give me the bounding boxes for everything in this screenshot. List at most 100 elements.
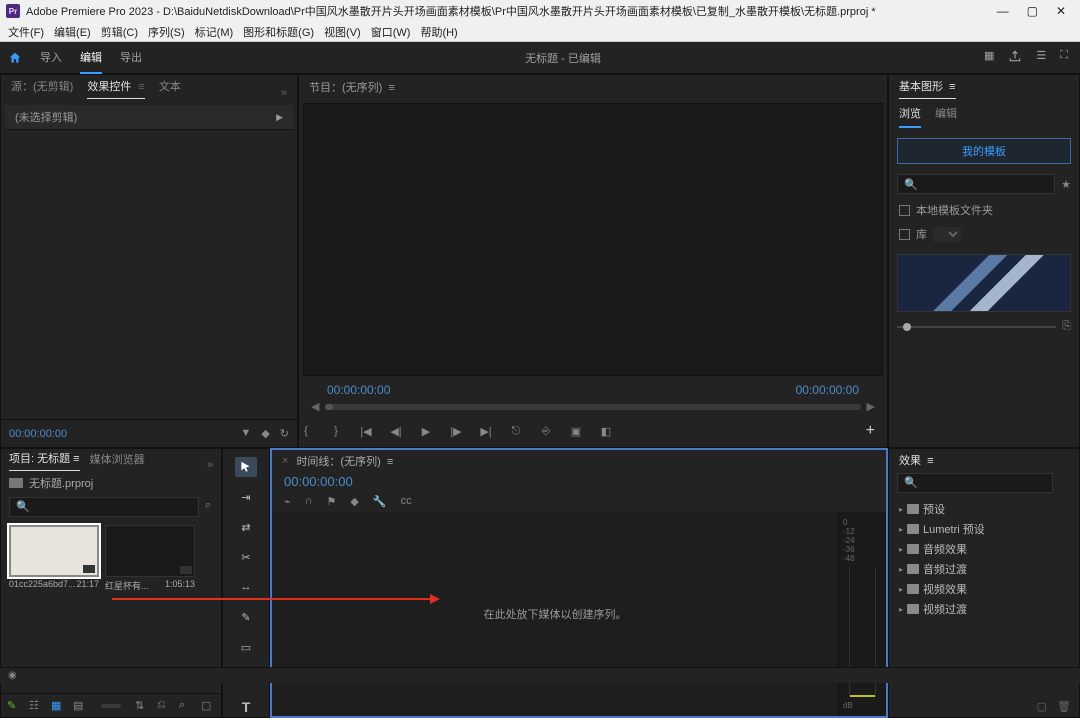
pen-tool[interactable]: ✎	[235, 607, 257, 627]
panel-overflow-icon[interactable]: »	[207, 459, 213, 471]
quick-export-icon[interactable]: ▦	[984, 49, 994, 66]
tab-source[interactable]: 源：(无剪辑)	[11, 78, 73, 99]
mark-in-icon[interactable]: {	[299, 424, 313, 438]
button-editor-icon[interactable]: +	[866, 422, 875, 440]
menu-view[interactable]: 视图(V)	[324, 24, 361, 40]
program-viewport[interactable]	[303, 103, 883, 376]
menu-window[interactable]: 窗口(W)	[371, 24, 411, 40]
new-bin-icon[interactable]: ▢	[1037, 700, 1047, 713]
track-select-tool[interactable]: ⇥	[235, 487, 257, 507]
library-select[interactable]	[933, 227, 961, 242]
menu-edit[interactable]: 编辑(E)	[54, 24, 91, 40]
type-tool[interactable]: T	[235, 697, 257, 717]
mark-out-icon[interactable]: }	[329, 424, 343, 438]
keyframe-icon[interactable]: ◆	[261, 427, 269, 440]
tab-export[interactable]: 导出	[120, 42, 142, 74]
local-folder-checkbox[interactable]	[899, 205, 910, 216]
effects-title[interactable]: 效果 ≡	[899, 452, 934, 468]
egp-search-input[interactable]	[897, 174, 1055, 194]
razor-tool[interactable]: ✂	[235, 547, 257, 567]
timeline-tracks-area[interactable]: 在此处放下媒体以创建序列。 0 -12 -24 -36 -48 dB	[272, 512, 886, 716]
effects-search-input[interactable]	[897, 473, 1053, 493]
clip-thumbnail[interactable]	[9, 525, 99, 577]
egp-tab-edit[interactable]: 编辑	[935, 105, 957, 128]
template-thumbnail[interactable]	[897, 254, 1071, 312]
media-browser-tab[interactable]: 媒体浏览器	[90, 451, 145, 471]
menu-graphics[interactable]: 图形和标题(G)	[243, 24, 314, 40]
timeline-close-icon[interactable]: ×	[282, 455, 288, 467]
tab-effect-controls[interactable]: 效果控件 ≡	[87, 78, 144, 99]
install-mogrt-icon[interactable]: ⎘	[1062, 320, 1071, 333]
menu-help[interactable]: 帮助(H)	[420, 24, 457, 40]
clip-thumbnail[interactable]	[105, 525, 195, 577]
ripple-edit-tool[interactable]: ⇄	[235, 517, 257, 537]
zoom-in-icon[interactable]: ▶	[867, 400, 875, 413]
sort-icon[interactable]: ⇅	[135, 699, 149, 713]
fullscreen-icon[interactable]: ⛶	[1060, 49, 1068, 66]
my-templates-button[interactable]: 我的模板	[897, 138, 1071, 164]
effects-folder-presets[interactable]: ▸预设	[889, 499, 1079, 519]
menu-clip[interactable]: 剪辑(C)	[101, 24, 138, 40]
list-view-icon[interactable]: ☷	[29, 699, 43, 713]
new-bin-icon[interactable]: ▢	[201, 699, 215, 713]
workspace-menu-icon[interactable]: ☰	[1036, 49, 1046, 66]
lift-icon[interactable]: ⎋	[509, 424, 523, 438]
source-timecode[interactable]: 00:00:00:00	[9, 428, 67, 440]
marker-icon[interactable]: ◆	[350, 495, 358, 508]
project-clip-1[interactable]: 01cc225a6bd7...21:17	[9, 525, 99, 589]
settings-icon[interactable]: 🔧	[373, 495, 387, 508]
new-item-icon[interactable]: ✎	[7, 699, 21, 713]
selection-tool[interactable]	[235, 457, 257, 477]
expand-icon[interactable]: ▶	[276, 112, 283, 123]
panel-menu-icon[interactable]: ≡	[135, 81, 144, 93]
step-back-icon[interactable]: ◀|	[389, 424, 403, 438]
thumbnail-size-slider[interactable]	[897, 326, 1056, 328]
program-tab[interactable]: 节目：(无序列) ≡	[309, 79, 395, 95]
effects-folder-video-trans[interactable]: ▸视频过渡	[889, 599, 1079, 619]
close-button[interactable]: ✕	[1056, 4, 1066, 18]
program-zoom-slider[interactable]	[325, 404, 860, 410]
freeform-view-icon[interactable]: ▤	[73, 699, 87, 713]
effects-folder-audio-fx[interactable]: ▸音频效果	[889, 539, 1079, 559]
icon-view-icon[interactable]: ▦	[51, 699, 65, 713]
library-checkbox[interactable]	[899, 229, 910, 240]
cc-icon[interactable]: ◉	[8, 670, 17, 681]
snapshot-icon[interactable]: ▣	[569, 424, 583, 438]
bypass-icon[interactable]: ↻	[280, 427, 289, 440]
delete-icon[interactable]: 🗑	[1057, 700, 1071, 713]
play-icon[interactable]: ▶	[419, 424, 433, 438]
program-timecode-right[interactable]: 00:00:00:00	[796, 383, 859, 397]
timeline-tab[interactable]: 时间线：(无序列) ≡	[296, 453, 393, 469]
thumb-zoom-slider[interactable]	[101, 704, 121, 708]
panel-overflow-icon[interactable]: »	[281, 87, 287, 99]
minimize-button[interactable]: —	[997, 4, 1009, 18]
linked-selection-icon[interactable]: ∩	[305, 495, 313, 508]
tab-edit[interactable]: 编辑	[80, 42, 102, 74]
menu-sequence[interactable]: 序列(S)	[148, 24, 185, 40]
automate-icon[interactable]: ⎌	[157, 699, 171, 713]
rectangle-tool[interactable]: ▭	[235, 637, 257, 657]
project-search-icon[interactable]: ⌕	[203, 497, 213, 517]
step-forward-icon[interactable]: |▶	[449, 424, 463, 438]
add-marker-icon[interactable]: ⚑	[327, 495, 337, 508]
maximize-button[interactable]: ▢	[1027, 4, 1038, 18]
filter-icon[interactable]: ▼	[240, 427, 251, 440]
caption-icon[interactable]: cc	[401, 495, 412, 508]
effects-folder-audio-trans[interactable]: ▸音频过渡	[889, 559, 1079, 579]
go-to-in-icon[interactable]: |◀	[359, 424, 373, 438]
egp-tab-browse[interactable]: 浏览	[899, 105, 921, 128]
go-to-out-icon[interactable]: ▶|	[479, 424, 493, 438]
effects-folder-video-fx[interactable]: ▸视频效果	[889, 579, 1079, 599]
timeline-timecode[interactable]: 00:00:00:00	[272, 472, 886, 491]
program-timecode-left[interactable]: 00:00:00:00	[327, 383, 390, 397]
snap-icon[interactable]: ⌁	[284, 495, 291, 508]
favorite-icon[interactable]: ★	[1061, 178, 1071, 191]
home-button[interactable]	[0, 42, 30, 74]
extract-icon[interactable]: ⎆	[539, 424, 553, 438]
comparison-icon[interactable]: ◧	[599, 424, 613, 438]
find-icon[interactable]: ⌕	[179, 699, 193, 713]
slip-tool[interactable]: ↔	[235, 577, 257, 597]
menu-markers[interactable]: 标记(M)	[195, 24, 234, 40]
project-clip-2[interactable]: 红星杯有...1:05:13	[105, 525, 195, 592]
menu-file[interactable]: 文件(F)	[8, 24, 44, 40]
